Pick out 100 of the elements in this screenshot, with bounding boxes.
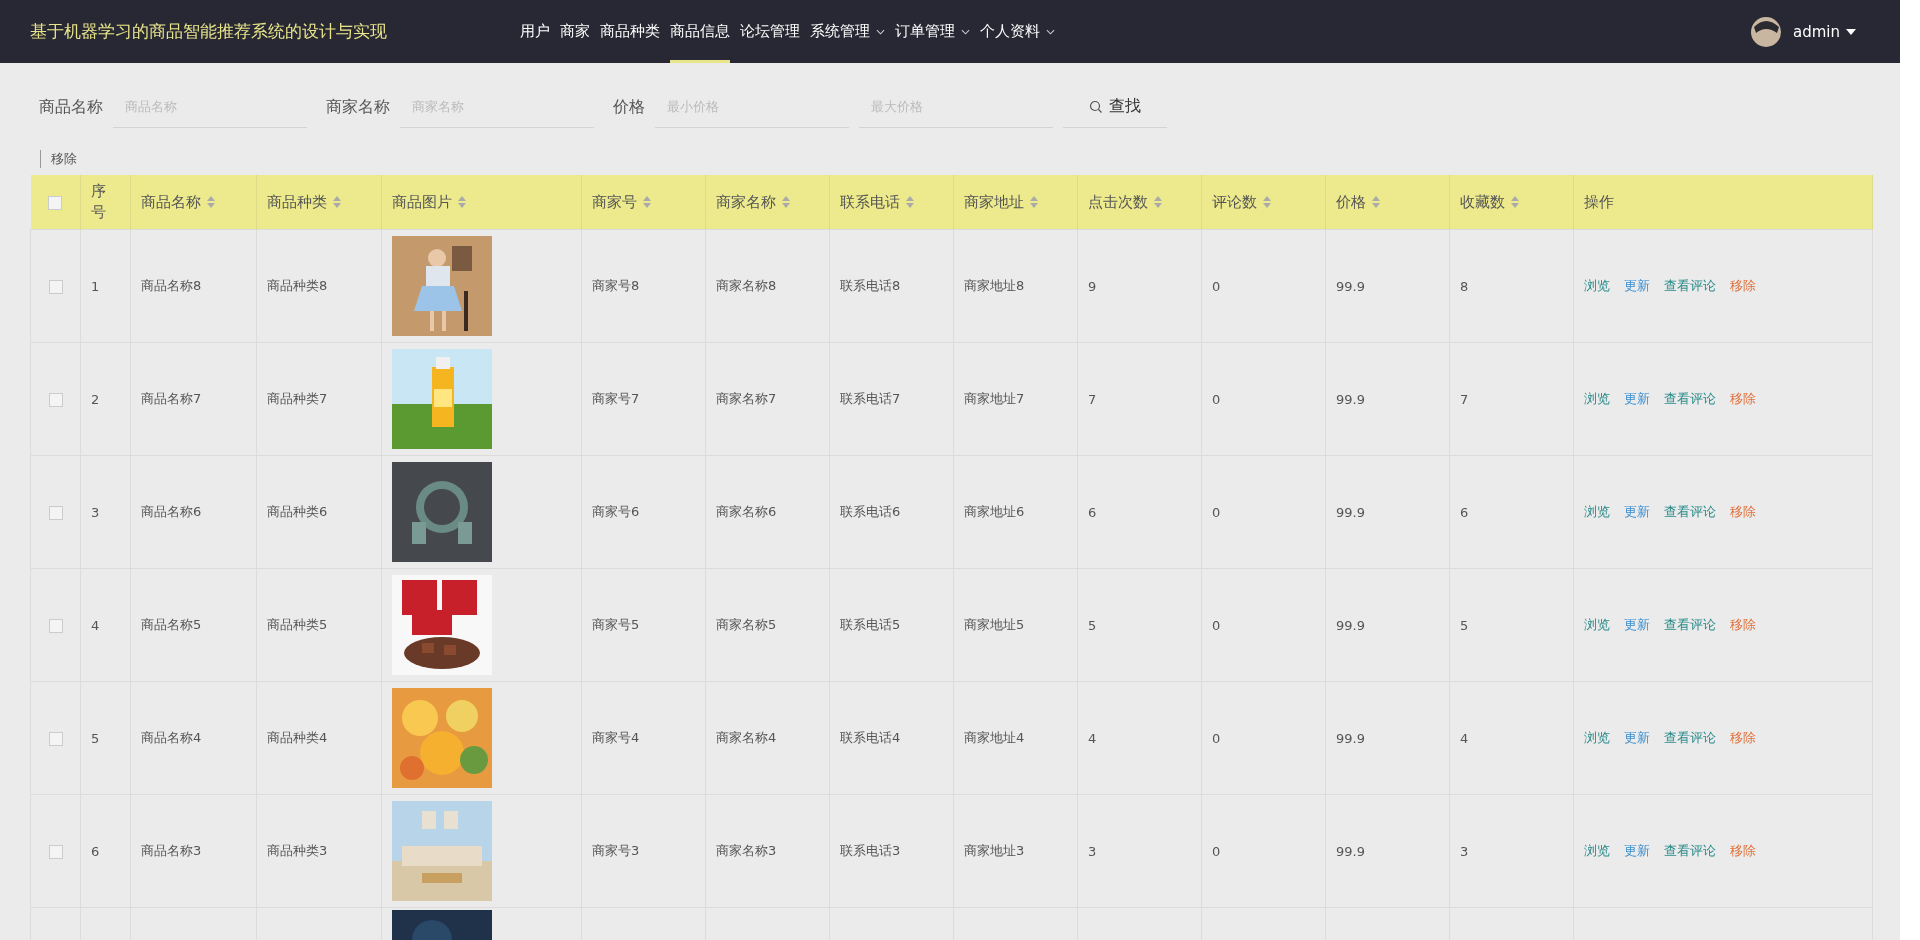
table-cell: 99.9 (1336, 843, 1365, 859)
action-link[interactable]: 查看评论 (1664, 843, 1716, 858)
sort-icon[interactable] (1154, 196, 1162, 208)
table-cell: 0 (1212, 278, 1221, 294)
column-header: 商家地址 (964, 192, 1024, 212)
table-cell: 商家地址4 (964, 730, 1025, 745)
table-cell: 商品种类4 (267, 730, 328, 745)
action-link[interactable]: 浏览 (1584, 278, 1610, 293)
action-link[interactable]: 查看评论 (1664, 278, 1716, 293)
table-cell: 商家名称4 (716, 730, 777, 745)
table-cell: 商品种类8 (267, 278, 328, 293)
table-cell: 9 (1088, 278, 1097, 294)
action-link[interactable]: 查看评论 (1664, 730, 1716, 745)
sort-icon[interactable] (207, 196, 215, 208)
action-link[interactable]: 更新 (1624, 278, 1650, 293)
table-cell: 商家号8 (592, 278, 640, 293)
table-cell: 0 (1212, 617, 1221, 633)
table-cell: 2 (91, 391, 100, 407)
table-cell: 99.9 (1336, 617, 1365, 633)
table-cell: 商品名称4 (141, 730, 202, 745)
table-cell: 3 (1460, 843, 1469, 859)
sort-icon[interactable] (458, 196, 466, 208)
table-cell: 商品名称5 (141, 617, 202, 632)
table-cell: 商家名称5 (716, 617, 777, 632)
checkbox[interactable] (48, 844, 63, 859)
column-header: 联系电话 (840, 192, 900, 212)
action-link[interactable]: 浏览 (1584, 504, 1610, 519)
table-cell: 7 (1088, 391, 1097, 407)
action-link[interactable]: 移除 (1730, 504, 1756, 519)
table-cell: 99.9 (1336, 504, 1365, 520)
checkbox[interactable] (48, 731, 63, 746)
action-link[interactable]: 查看评论 (1664, 391, 1716, 406)
sort-icon[interactable] (1511, 196, 1519, 208)
action-link[interactable]: 移除 (1730, 617, 1756, 632)
table-cell: 联系电话7 (840, 391, 901, 406)
search-icon (1089, 99, 1103, 114)
action-link[interactable]: 查看评论 (1664, 504, 1716, 519)
action-link[interactable]: 查看评论 (1664, 617, 1716, 632)
sort-icon[interactable] (1263, 196, 1271, 208)
search-button[interactable]: 查找 (1063, 86, 1167, 128)
table-cell: 0 (1212, 730, 1221, 746)
nav-item[interactable]: 商品信息 (670, 0, 730, 63)
table-cell: 6 (1088, 504, 1097, 520)
action-link[interactable]: 浏览 (1584, 617, 1610, 632)
sort-icon[interactable] (1372, 196, 1380, 208)
action-link[interactable]: 更新 (1624, 391, 1650, 406)
action-link[interactable]: 浏览 (1584, 730, 1610, 745)
avatar[interactable] (1751, 16, 1781, 47)
nav-item[interactable]: 商品种类 (600, 0, 660, 63)
table-cell: 商家地址8 (964, 278, 1025, 293)
action-link[interactable]: 移除 (1730, 730, 1756, 745)
remove-button[interactable]: 移除 (40, 150, 77, 168)
user-menu[interactable]: admin (1793, 22, 1856, 41)
table-cell: 5 (1088, 617, 1097, 633)
column-header: 价格 (1336, 192, 1366, 212)
checkbox[interactable] (48, 392, 63, 407)
sort-icon[interactable] (643, 196, 651, 208)
nav-item[interactable]: 用户 (520, 0, 550, 63)
site-title: 基于机器学习的商品智能推荐系统的设计与实现 (30, 20, 388, 43)
checkbox[interactable] (48, 618, 63, 633)
table-cell: 商家名称7 (716, 391, 777, 406)
action-link[interactable]: 更新 (1624, 617, 1650, 632)
column-header: 收藏数 (1460, 192, 1505, 212)
nav-item[interactable]: 论坛管理 (740, 0, 800, 63)
nav-item[interactable]: 商家 (560, 0, 590, 63)
nav-item[interactable]: 订单管理 (895, 0, 970, 63)
table-cell: 0 (1212, 504, 1221, 520)
table-cell: 3 (1088, 843, 1097, 859)
action-link[interactable]: 浏览 (1584, 391, 1610, 406)
column-header: 操作 (1584, 192, 1614, 212)
sort-icon[interactable] (1030, 196, 1038, 208)
field-label: 商家名称 (326, 96, 390, 118)
column-header: 商家号 (592, 192, 637, 212)
table-cell: 联系电话8 (840, 278, 901, 293)
table-cell: 0 (1212, 391, 1221, 407)
sort-icon[interactable] (333, 196, 341, 208)
action-link[interactable]: 更新 (1624, 504, 1650, 519)
checkbox[interactable] (48, 505, 63, 520)
table-cell: 商品名称7 (141, 391, 202, 406)
action-link[interactable]: 移除 (1730, 391, 1756, 406)
column-header: 序号 (91, 181, 107, 223)
nav-item[interactable]: 个人资料 (980, 0, 1055, 63)
table-cell: 8 (1460, 278, 1469, 294)
table-cell: 商家名称8 (716, 278, 777, 293)
column-header: 商家名称 (716, 192, 776, 212)
table-cell: 商家名称6 (716, 504, 777, 519)
action-link[interactable]: 移除 (1730, 278, 1756, 293)
nav-item[interactable]: 系统管理 (810, 0, 885, 63)
action-link[interactable]: 更新 (1624, 843, 1650, 858)
action-link[interactable]: 移除 (1730, 843, 1756, 858)
table-cell: 99.9 (1336, 278, 1365, 294)
table-cell: 5 (91, 730, 100, 746)
action-link[interactable]: 更新 (1624, 730, 1650, 745)
action-link[interactable]: 浏览 (1584, 843, 1610, 858)
checkbox[interactable] (48, 279, 63, 294)
checkbox[interactable] (48, 195, 63, 210)
sort-icon[interactable] (906, 196, 914, 208)
sort-icon[interactable] (782, 196, 790, 208)
table-cell: 99.9 (1336, 391, 1365, 407)
table-cell: 商家地址5 (964, 617, 1025, 632)
